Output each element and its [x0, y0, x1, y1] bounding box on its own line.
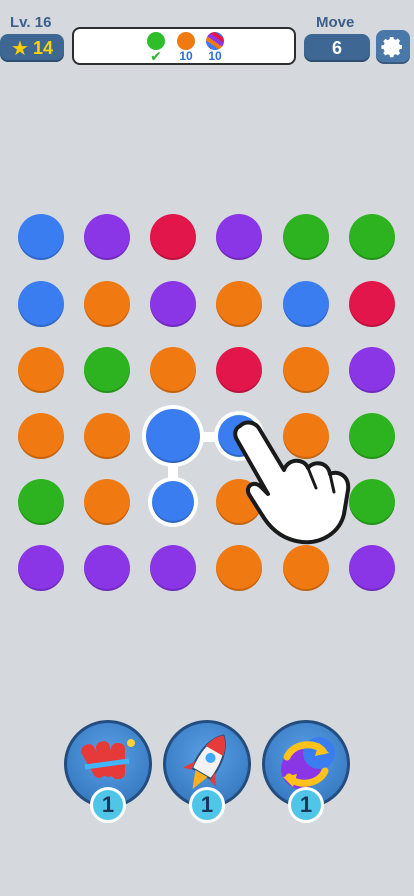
dot-green[interactable]: [84, 347, 130, 393]
dot-red[interactable]: [349, 281, 395, 327]
dot-purple[interactable]: [150, 281, 196, 327]
dot-purple[interactable]: [150, 545, 196, 591]
dot-red[interactable]: [216, 347, 262, 393]
dot-orange[interactable]: [283, 545, 329, 591]
firecracker-booster-button[interactable]: 1: [64, 720, 152, 823]
dot-orange[interactable]: [283, 347, 329, 393]
dot-purple[interactable]: [216, 214, 262, 260]
dot-purple[interactable]: [349, 347, 395, 393]
dot-green[interactable]: [18, 479, 64, 525]
rocket-count: 1: [189, 787, 225, 823]
dot-orange[interactable]: [84, 413, 130, 459]
dot-orange[interactable]: [18, 413, 64, 459]
dot-blue[interactable]: [18, 281, 64, 327]
dot-blue[interactable]: [146, 409, 200, 463]
dot-red[interactable]: [150, 214, 196, 260]
dot-orange[interactable]: [216, 281, 262, 327]
dot-blue[interactable]: [283, 281, 329, 327]
dot-purple[interactable]: [84, 214, 130, 260]
shuffle-booster-button[interactable]: 1: [262, 720, 350, 823]
dot-purple[interactable]: [84, 545, 130, 591]
dot-blue[interactable]: [18, 214, 64, 260]
dot-orange[interactable]: [84, 281, 130, 327]
firecracker-count: 1: [90, 787, 126, 823]
hand-pointer-icon: [233, 420, 351, 545]
dot-green[interactable]: [349, 214, 395, 260]
dot-purple[interactable]: [18, 545, 64, 591]
dot-orange[interactable]: [216, 545, 262, 591]
dot-blue[interactable]: [152, 481, 194, 523]
dot-orange[interactable]: [18, 347, 64, 393]
dot-green[interactable]: [283, 214, 329, 260]
dot-orange[interactable]: [84, 479, 130, 525]
dot-purple[interactable]: [349, 545, 395, 591]
dot-orange[interactable]: [150, 347, 196, 393]
shuffle-count: 1: [288, 787, 324, 823]
rocket-booster-button[interactable]: 1: [163, 720, 251, 823]
